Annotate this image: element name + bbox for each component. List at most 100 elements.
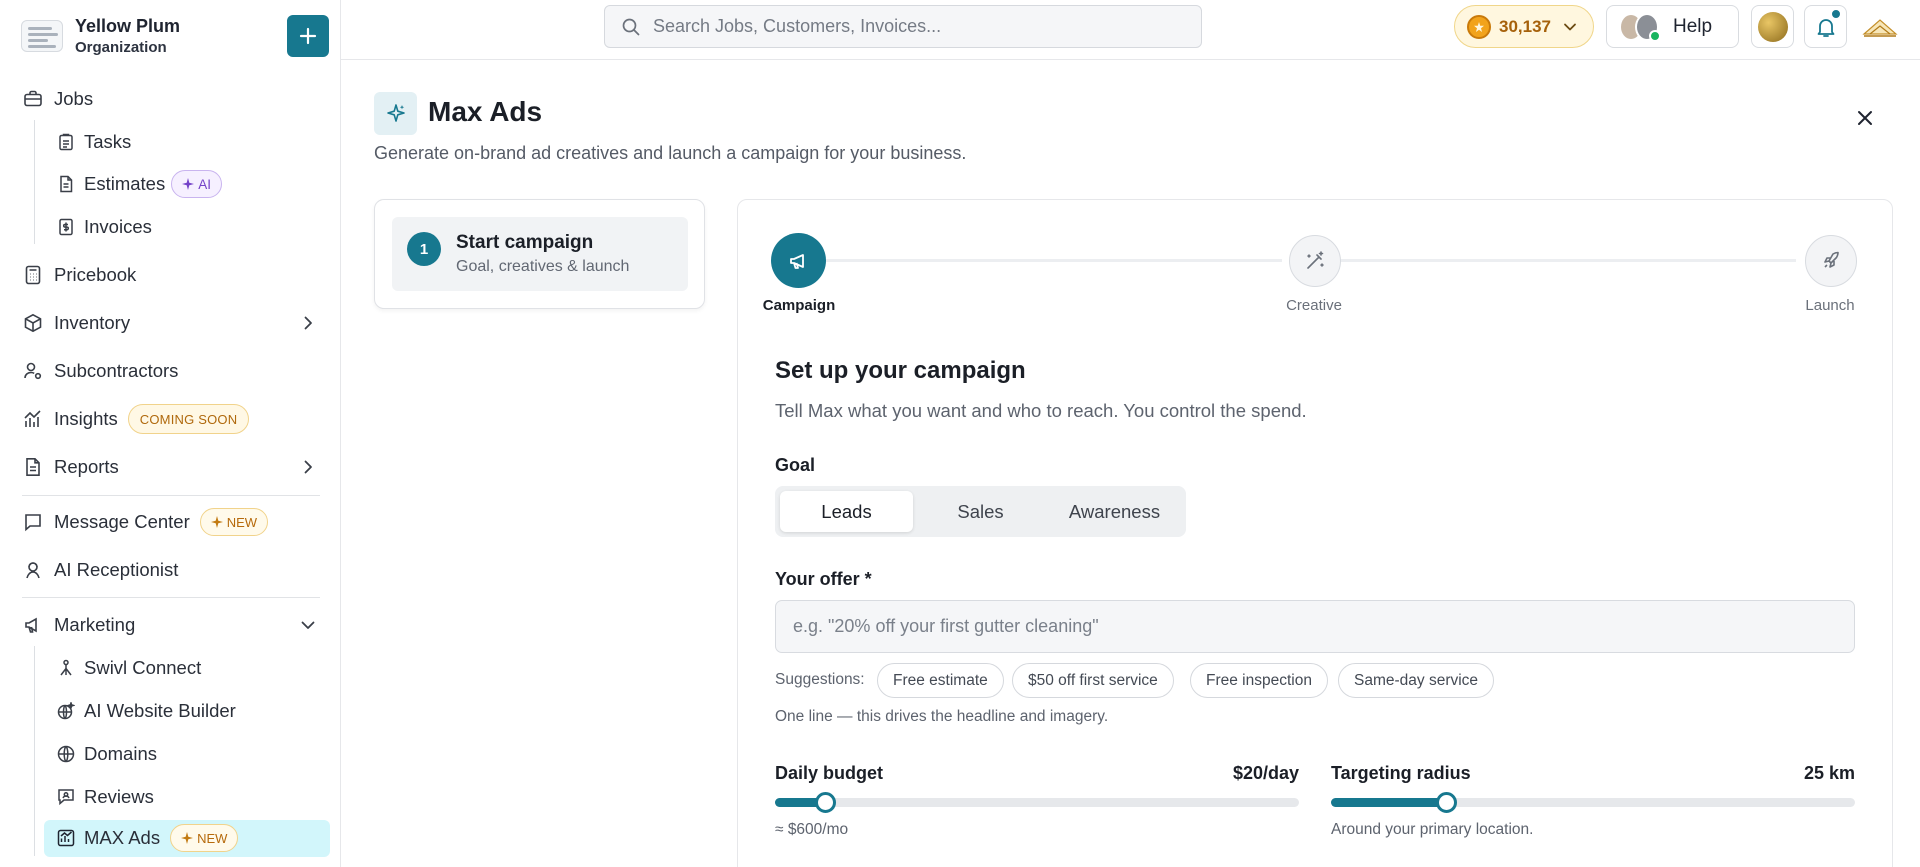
sidebar-item-max-ads[interactable]: MAX Ads NEW [56, 820, 239, 856]
sidebar-item-reports[interactable]: Reports [22, 449, 119, 485]
chevron-right-icon[interactable] [298, 457, 318, 477]
chevron-right-icon[interactable] [298, 313, 318, 333]
goal-option-leads[interactable]: Leads [780, 491, 913, 532]
radius-slider-thumb[interactable] [1436, 792, 1457, 813]
megaphone-icon [789, 253, 804, 269]
credits-button[interactable]: 30,137 [1454, 5, 1594, 48]
sidebar-item-label: Tasks [84, 131, 132, 152]
offer-input[interactable] [775, 600, 1855, 653]
sidebar-item-tasks[interactable]: Tasks [56, 124, 131, 160]
notification-dot [1830, 8, 1842, 20]
stepper-node-creative[interactable] [1289, 235, 1341, 287]
stepper-node-campaign[interactable] [771, 233, 826, 288]
goal-option-awareness[interactable]: Awareness [1048, 491, 1181, 532]
sidebar-item-label: Domains [84, 743, 157, 764]
stepper-connector [1340, 259, 1796, 262]
step-number: 1 [407, 232, 441, 266]
org-switcher[interactable]: Yellow Plum Organization [21, 14, 331, 58]
radius-value: 25 km [1803, 763, 1855, 783]
review-icon [56, 787, 76, 807]
sidebar-item-invoices[interactable]: Invoices [56, 209, 152, 245]
search-icon [622, 18, 640, 35]
sidebar-item-label: Invoices [84, 216, 152, 237]
nav-tree-line [34, 646, 35, 856]
workspace-globe-icon [1757, 11, 1788, 42]
account-logo-icon[interactable] [1860, 12, 1900, 42]
sidebar-item-pricebook[interactable]: Pricebook [22, 257, 136, 293]
org-subtitle: Organization [75, 39, 167, 56]
support-avatar [1635, 12, 1661, 42]
sidebar-item-insights[interactable]: Insights COMING SOON [22, 401, 250, 437]
steps-panel: 1 Start campaign Goal, creatives & launc… [374, 199, 705, 309]
ads-chart-icon [56, 828, 76, 848]
message-icon [22, 511, 44, 533]
sidebar-item-ai-receptionist[interactable]: AI Receptionist [22, 552, 178, 588]
workspace-switcher[interactable] [1751, 5, 1794, 48]
chevron-down-icon[interactable] [298, 615, 318, 635]
org-logo [21, 20, 63, 52]
user-gear-icon [22, 360, 44, 382]
radius-slider[interactable] [1331, 792, 1855, 813]
rocket-icon [1824, 251, 1839, 268]
sparkle-icon [210, 516, 223, 528]
org-name: Yellow Plum [75, 16, 181, 36]
sparkle-icon [181, 832, 194, 844]
suggestion-chip[interactable]: Same-day service [1338, 663, 1495, 698]
sidebar-item-label: Insights [54, 408, 118, 429]
suggestion-chip[interactable]: Free estimate [877, 663, 1004, 698]
sidebar: Yellow Plum Organization Jobs Tasks Esti… [0, 0, 341, 867]
stepper-connector [826, 259, 1282, 262]
sidebar-item-jobs[interactable]: Jobs [22, 81, 93, 117]
search-input[interactable] [653, 16, 1173, 37]
add-button[interactable] [287, 15, 329, 57]
suggestion-chip[interactable]: $50 off first service [1012, 663, 1174, 698]
sidebar-item-label: Reviews [84, 786, 154, 807]
sidebar-item-estimates[interactable]: Estimates AI [56, 166, 222, 202]
radius-label: Targeting radius [1331, 763, 1471, 783]
sidebar-item-label: MAX Ads [84, 827, 161, 848]
sidebar-item-reviews[interactable]: Reviews [56, 779, 154, 815]
help-button[interactable]: Help [1606, 5, 1739, 48]
sidebar-item-subcontractors[interactable]: Subcontractors [22, 353, 178, 389]
sidebar-item-label: Subcontractors [54, 360, 179, 381]
sidebar-item-marketing[interactable]: Marketing [22, 607, 135, 643]
sidebar-item-label: Message Center [54, 511, 190, 532]
section-title: Set up your campaign [775, 357, 1026, 384]
suggestions-label: Suggestions: [775, 671, 865, 688]
offer-hint: One line — this drives the headline and … [775, 708, 1109, 725]
close-icon[interactable] [1853, 106, 1877, 130]
suggestion-chip[interactable]: Free inspection [1190, 663, 1328, 698]
sidebar-item-inventory[interactable]: Inventory [22, 305, 130, 341]
sidebar-item-label: AI Website Builder [84, 700, 236, 721]
stepper-label-campaign: Campaign [762, 297, 836, 314]
top-bar: 30,137 Help [341, 0, 1920, 60]
headset-icon [22, 559, 44, 581]
budget-slider[interactable] [775, 792, 1299, 813]
sidebar-item-label: Reports [54, 456, 119, 477]
sidebar-divider [22, 495, 320, 496]
calculator-icon [22, 264, 44, 286]
clipboard-icon [56, 132, 76, 152]
nav-tree-line [34, 120, 35, 244]
new-badge: NEW [170, 824, 239, 852]
sidebar-item-domains[interactable]: Domains [56, 736, 157, 772]
help-label: Help [1673, 15, 1713, 37]
sidebar-item-ai-website-builder[interactable]: AI Website Builder [56, 693, 236, 729]
sidebar-item-message-center[interactable]: Message Center NEW [22, 504, 269, 540]
sparkle-icon [182, 178, 195, 190]
notifications-button[interactable] [1804, 5, 1847, 48]
budget-slider-thumb[interactable] [815, 792, 836, 813]
globe-sparkle-icon [56, 701, 76, 721]
plus-icon [299, 27, 317, 45]
step-start-campaign[interactable]: 1 Start campaign Goal, creatives & launc… [392, 217, 688, 291]
sidebar-item-label: Pricebook [54, 264, 137, 285]
sidebar-item-label: Swivl Connect [84, 657, 202, 678]
online-status-dot [1649, 29, 1661, 42]
goal-option-sales[interactable]: Sales [914, 491, 1047, 532]
new-badge: NEW [199, 508, 269, 536]
coin-icon [1467, 14, 1491, 39]
sidebar-item-swivl-connect[interactable]: Swivl Connect [56, 650, 201, 686]
search-bar[interactable] [604, 5, 1202, 48]
stepper-node-launch[interactable] [1805, 235, 1857, 287]
sidebar-item-label: Inventory [54, 312, 131, 333]
